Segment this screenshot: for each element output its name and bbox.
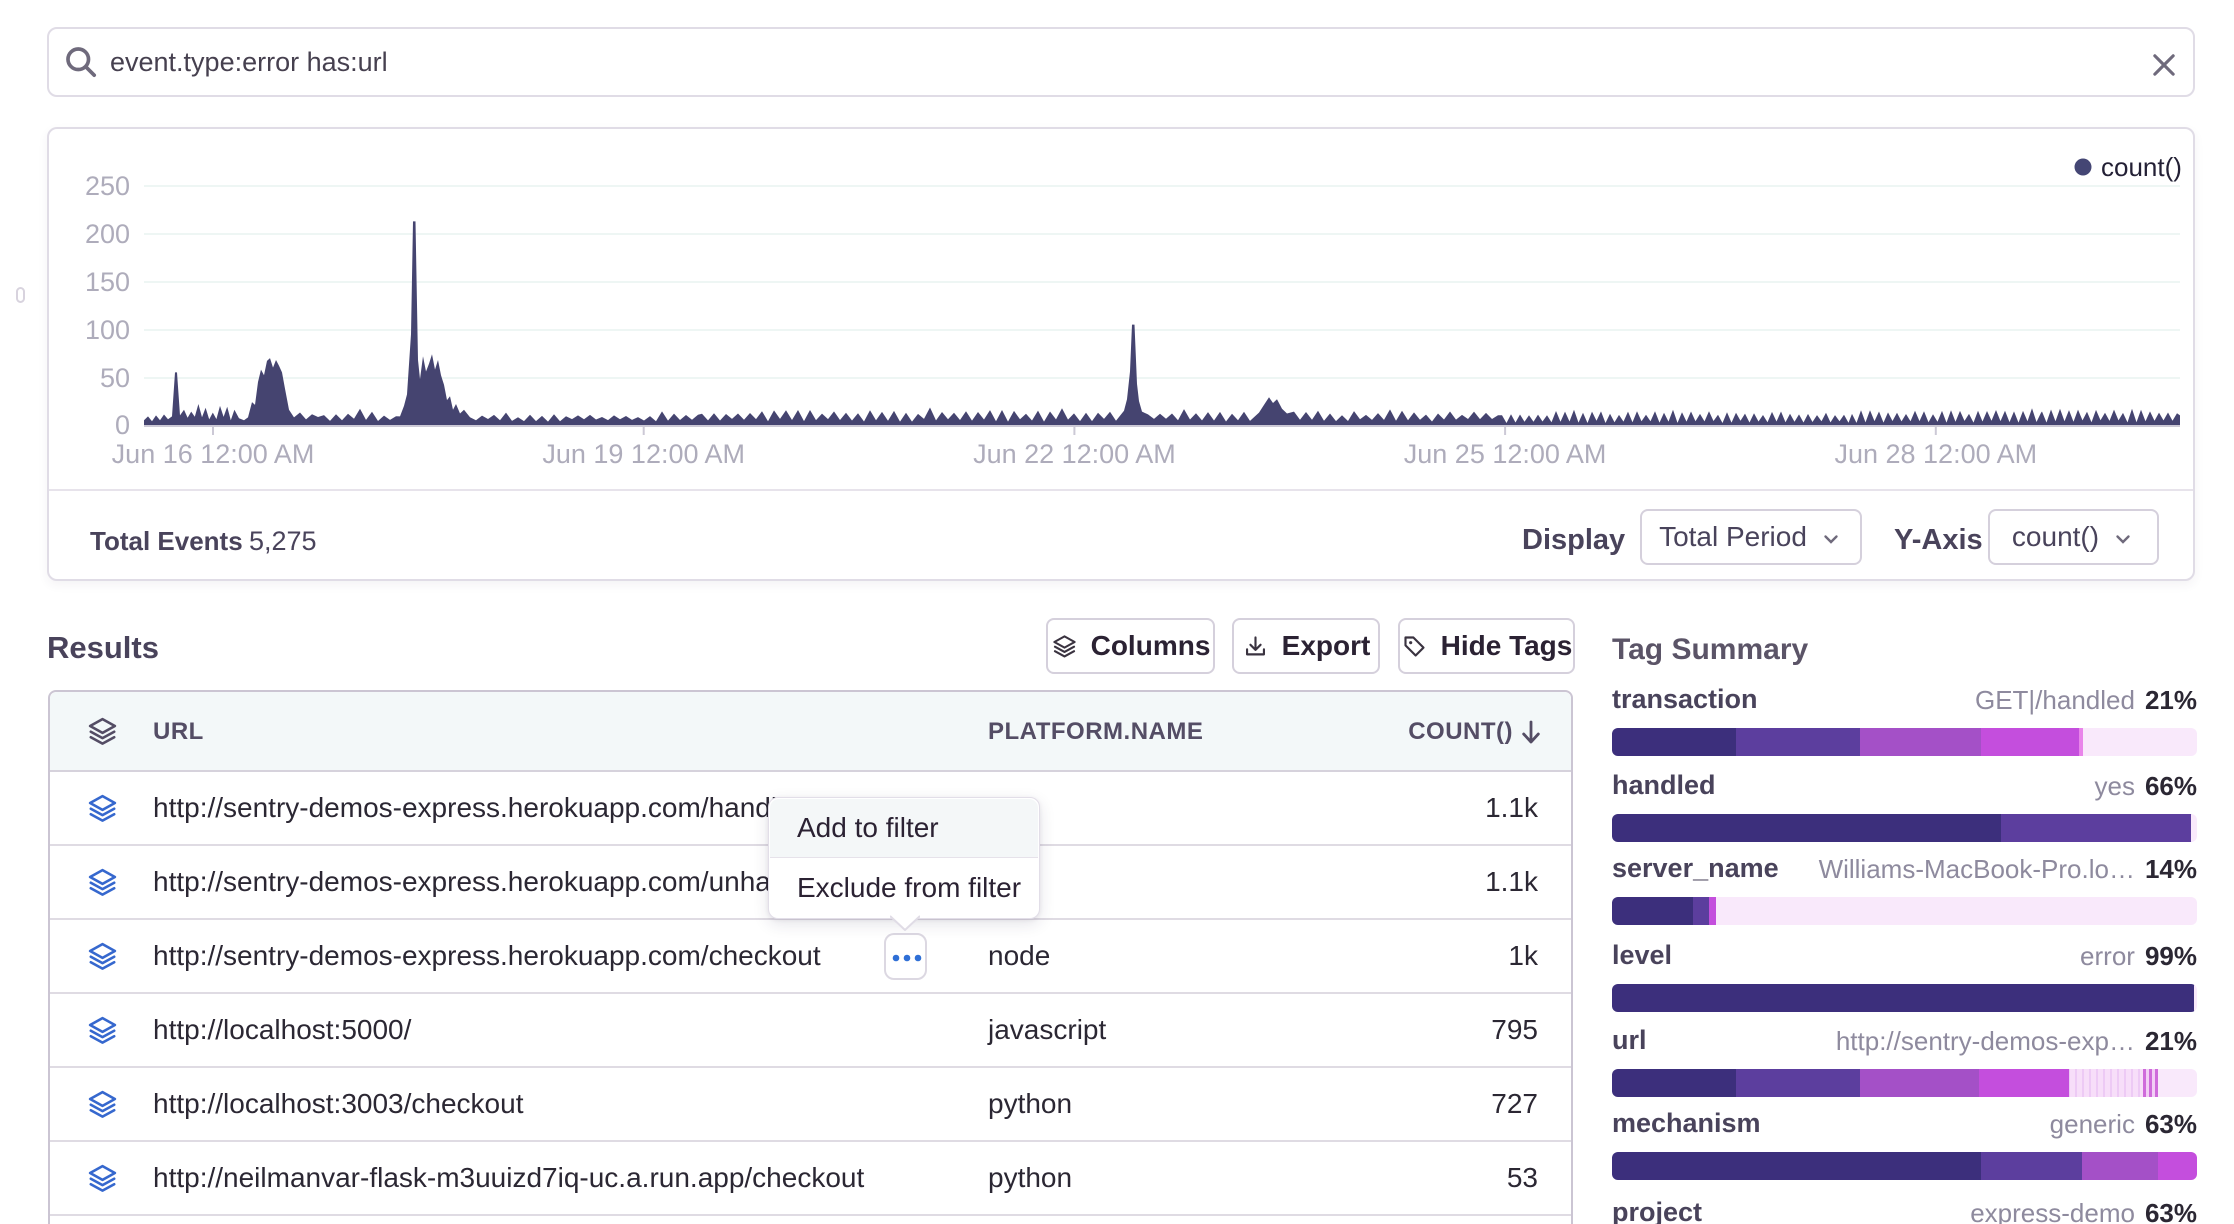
svg-text:200: 200 [85,219,130,249]
svg-text:Jun 25 12:00 AM: Jun 25 12:00 AM [1404,439,1607,469]
svg-text:150: 150 [85,267,130,297]
svg-text:50: 50 [100,363,130,393]
svg-text:Jun 16 12:00 AM: Jun 16 12:00 AM [112,439,315,469]
svg-text:count(): count() [2101,152,2182,182]
svg-text:100: 100 [85,315,130,345]
svg-text:Jun 19 12:00 AM: Jun 19 12:00 AM [542,439,745,469]
svg-text:250: 250 [85,171,130,201]
svg-text:Jun 22 12:00 AM: Jun 22 12:00 AM [973,439,1176,469]
svg-text:0: 0 [115,410,130,440]
svg-text:Jun 28 12:00 AM: Jun 28 12:00 AM [1834,439,2037,469]
